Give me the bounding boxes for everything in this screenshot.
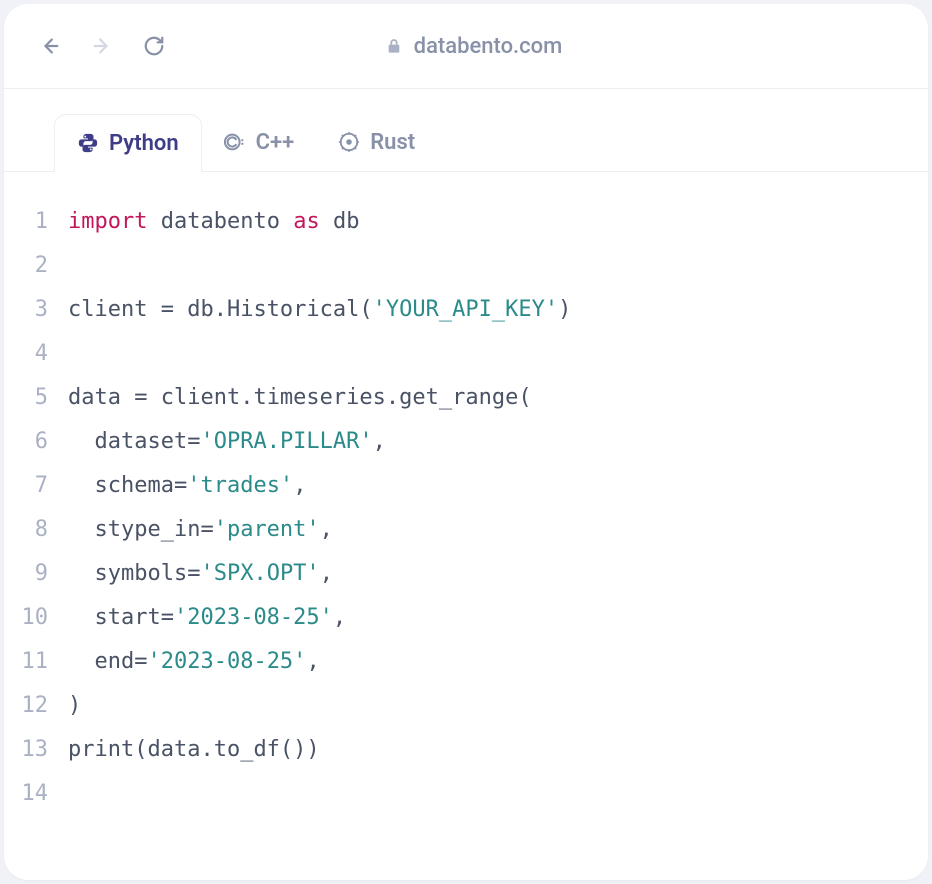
tab-label: Python bbox=[109, 131, 179, 156]
back-button[interactable] bbox=[34, 30, 66, 62]
line-number: 10 bbox=[4, 596, 68, 640]
code-line: 14 bbox=[4, 772, 928, 816]
language-tabs: Python C++ Rust bbox=[4, 89, 928, 172]
tab-label: Rust bbox=[370, 130, 415, 155]
code-line: 6 dataset='OPRA.PILLAR', bbox=[4, 420, 928, 464]
code-line: 3client = db.Historical('YOUR_API_KEY') bbox=[4, 288, 928, 332]
nav-buttons bbox=[34, 30, 170, 62]
code-content: start='2023-08-25', bbox=[68, 596, 346, 640]
code-content: stype_in='parent', bbox=[68, 508, 333, 552]
tab-rust[interactable]: Rust bbox=[316, 113, 437, 171]
forward-button[interactable] bbox=[86, 30, 118, 62]
line-number: 1 bbox=[4, 200, 68, 244]
code-line: 1import databento as db bbox=[4, 200, 928, 244]
code-line: 10 start='2023-08-25', bbox=[4, 596, 928, 640]
code-line: 11 end='2023-08-25', bbox=[4, 640, 928, 684]
line-number: 4 bbox=[4, 332, 68, 376]
browser-window: databento.com Python C++ Rust 1import da… bbox=[4, 4, 928, 880]
line-number: 7 bbox=[4, 464, 68, 508]
code-line: 8 stype_in='parent', bbox=[4, 508, 928, 552]
code-content: ) bbox=[68, 684, 81, 728]
code-line: 9 symbols='SPX.OPT', bbox=[4, 552, 928, 596]
line-number: 6 bbox=[4, 420, 68, 464]
python-icon bbox=[77, 132, 99, 154]
code-content: schema='trades', bbox=[68, 464, 306, 508]
line-number: 5 bbox=[4, 376, 68, 420]
line-number: 14 bbox=[4, 772, 68, 816]
lock-icon bbox=[386, 37, 402, 55]
code-content: end='2023-08-25', bbox=[68, 640, 320, 684]
rust-icon bbox=[338, 131, 360, 153]
line-number: 13 bbox=[4, 728, 68, 772]
code-line: 7 schema='trades', bbox=[4, 464, 928, 508]
code-content: data = client.timeseries.get_range( bbox=[68, 376, 532, 420]
line-number: 3 bbox=[4, 288, 68, 332]
code-line: 2 bbox=[4, 244, 928, 288]
browser-toolbar: databento.com bbox=[4, 4, 928, 88]
code-editor[interactable]: 1import databento as db23client = db.His… bbox=[4, 172, 928, 844]
code-content: dataset='OPRA.PILLAR', bbox=[68, 420, 386, 464]
code-content: print(data.to_df()) bbox=[68, 728, 320, 772]
line-number: 11 bbox=[4, 640, 68, 684]
code-content: symbols='SPX.OPT', bbox=[68, 552, 333, 596]
cpp-icon bbox=[224, 131, 246, 153]
line-number: 12 bbox=[4, 684, 68, 728]
code-line: 12) bbox=[4, 684, 928, 728]
code-line: 4 bbox=[4, 332, 928, 376]
tab-cpp[interactable]: C++ bbox=[202, 113, 317, 171]
code-content: client = db.Historical('YOUR_API_KEY') bbox=[68, 288, 571, 332]
line-number: 8 bbox=[4, 508, 68, 552]
tab-python[interactable]: Python bbox=[54, 114, 202, 172]
tab-label: C++ bbox=[256, 130, 295, 155]
code-content: import databento as db bbox=[68, 200, 359, 244]
code-line: 13print(data.to_df()) bbox=[4, 728, 928, 772]
address-bar[interactable]: databento.com bbox=[190, 34, 758, 59]
line-number: 2 bbox=[4, 244, 68, 288]
code-line: 5data = client.timeseries.get_range( bbox=[4, 376, 928, 420]
line-number: 9 bbox=[4, 552, 68, 596]
url-text: databento.com bbox=[414, 34, 563, 59]
reload-button[interactable] bbox=[138, 30, 170, 62]
